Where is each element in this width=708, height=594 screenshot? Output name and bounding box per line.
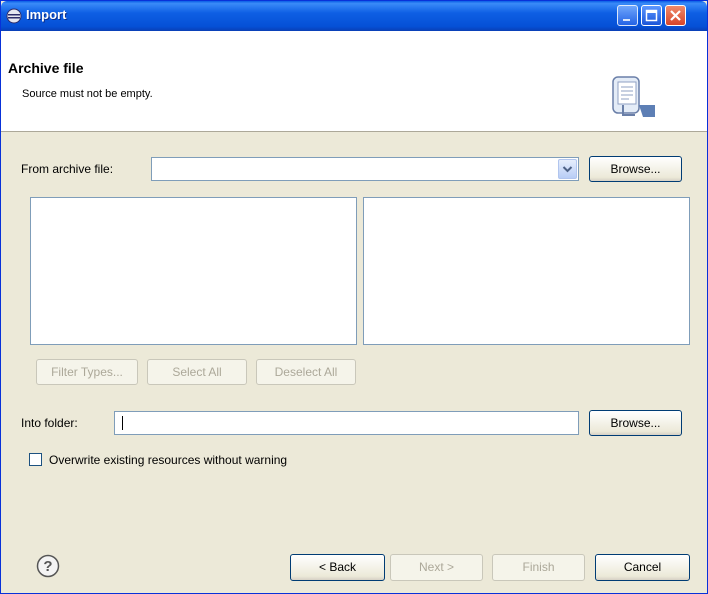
archive-dropdown-button[interactable] [558,159,577,179]
overwrite-label[interactable]: Overwrite existing resources without war… [49,453,287,467]
page-title: Archive file [8,60,84,76]
next-button[interactable]: Next > [390,554,483,581]
finish-button[interactable]: Finish [492,554,585,581]
into-folder-input[interactable] [114,411,579,435]
help-icon[interactable]: ? [36,554,60,578]
minimize-button[interactable] [617,5,638,26]
folder-tree-list[interactable] [30,197,357,345]
archive-file-combo[interactable] [151,157,579,181]
wizard-header: Archive file Source must not be empty. [1,31,707,132]
window-title: Import [26,7,67,22]
text-caret [122,416,123,430]
overwrite-checkbox[interactable] [29,453,42,466]
page-message: Source must not be empty. [22,88,153,100]
chevron-down-icon [562,166,573,173]
close-button[interactable] [665,5,686,26]
minimize-icon [623,19,630,21]
archive-file-label: From archive file: [21,162,114,176]
filter-types-button[interactable]: Filter Types... [36,359,138,385]
svg-text:?: ? [43,558,52,575]
archive-browse-button[interactable]: Browse... [589,156,682,182]
close-icon [670,10,681,21]
deselect-all-button[interactable]: Deselect All [256,359,356,385]
cancel-button[interactable]: Cancel [595,554,690,581]
file-list[interactable] [363,197,690,345]
into-folder-label: Into folder: [21,416,78,430]
maximize-button[interactable] [641,5,662,26]
folder-browse-button[interactable]: Browse... [589,410,682,436]
title-bar[interactable]: Import [1,1,707,31]
import-dialog: Import Archive file Source must not be e… [0,0,708,594]
eclipse-icon [6,8,22,24]
archive-import-icon [612,76,655,117]
select-all-button[interactable]: Select All [147,359,247,385]
back-button[interactable]: < Back [290,554,385,581]
maximize-icon [645,9,658,22]
